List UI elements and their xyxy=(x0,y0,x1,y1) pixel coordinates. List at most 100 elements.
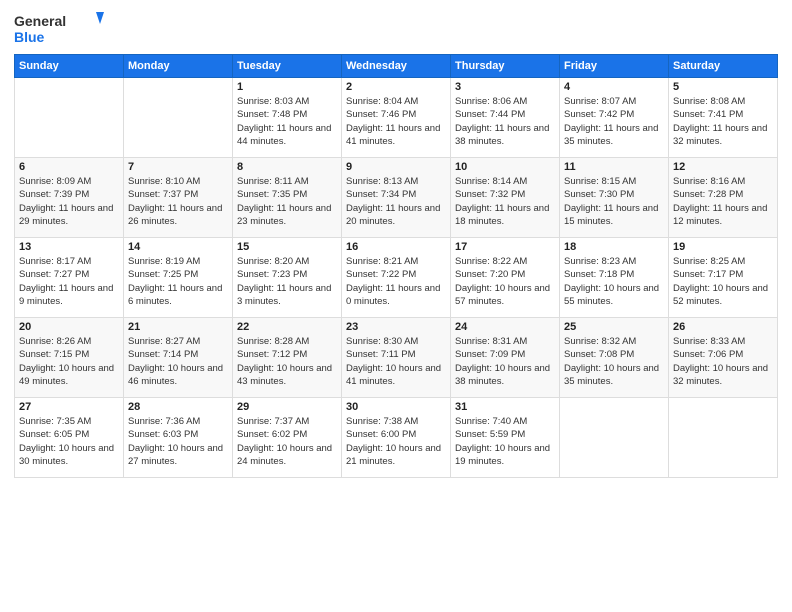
day-cell: 15 Sunrise: 8:20 AM Sunset: 7:23 PM Dayli… xyxy=(233,238,342,318)
day-info: Sunrise: 8:22 AM Sunset: 7:20 PM Dayligh… xyxy=(455,255,555,308)
day-number: 26 xyxy=(673,321,773,333)
day-cell: 26 Sunrise: 8:33 AM Sunset: 7:06 PM Dayli… xyxy=(669,318,778,398)
day-cell: 28 Sunrise: 7:36 AM Sunset: 6:03 PM Dayli… xyxy=(124,398,233,478)
day-cell: 16 Sunrise: 8:21 AM Sunset: 7:22 PM Dayli… xyxy=(342,238,451,318)
day-number: 10 xyxy=(455,161,555,173)
day-number: 16 xyxy=(346,241,446,253)
day-cell: 24 Sunrise: 8:31 AM Sunset: 7:09 PM Dayli… xyxy=(451,318,560,398)
day-info: Sunrise: 8:08 AM Sunset: 7:41 PM Dayligh… xyxy=(673,95,773,148)
day-number: 12 xyxy=(673,161,773,173)
day-cell: 19Sunrise: 8:25 AM Sunset: 7:17 PM Dayli… xyxy=(669,238,778,318)
day-number: 27 xyxy=(19,401,119,413)
day-number: 23 xyxy=(346,321,446,333)
day-cell: 3 Sunrise: 8:06 AM Sunset: 7:44 PM Daylig… xyxy=(451,78,560,158)
day-cell: 2Sunrise: 8:04 AM Sunset: 7:46 PM Daylig… xyxy=(342,78,451,158)
day-info: Sunrise: 8:17 AM Sunset: 7:27 PM Dayligh… xyxy=(19,255,119,308)
day-info: Sunrise: 8:33 AM Sunset: 7:06 PM Dayligh… xyxy=(673,335,773,388)
week-row-5: 27 Sunrise: 7:35 AM Sunset: 6:05 PM Dayli… xyxy=(15,398,778,478)
weekday-header-saturday: Saturday xyxy=(669,55,778,78)
day-number: 3 xyxy=(455,81,555,93)
day-info: Sunrise: 8:16 AM Sunset: 7:28 PM Dayligh… xyxy=(673,175,773,228)
day-number: 9 xyxy=(346,161,446,173)
day-cell: 31 Sunrise: 7:40 AM Sunset: 5:59 PM Dayli… xyxy=(451,398,560,478)
logo: General Blue xyxy=(14,10,104,48)
day-number: 19 xyxy=(673,241,773,253)
day-info: Sunrise: 8:21 AM Sunset: 7:22 PM Dayligh… xyxy=(346,255,446,308)
day-number: 25 xyxy=(564,321,664,333)
day-cell: 9Sunrise: 8:13 AM Sunset: 7:34 PM Daylig… xyxy=(342,158,451,238)
day-number: 6 xyxy=(19,161,119,173)
day-cell: 20 Sunrise: 8:26 AM Sunset: 7:15 PM Dayli… xyxy=(15,318,124,398)
day-info: Sunrise: 8:11 AM Sunset: 7:35 PM Dayligh… xyxy=(237,175,337,228)
day-info: Sunrise: 8:06 AM Sunset: 7:44 PM Dayligh… xyxy=(455,95,555,148)
day-cell: 21Sunrise: 8:27 AM Sunset: 7:14 PM Dayli… xyxy=(124,318,233,398)
page: General Blue SundayMondayTuesdayWednesda… xyxy=(0,0,792,612)
weekday-header-friday: Friday xyxy=(560,55,669,78)
week-row-2: 6 Sunrise: 8:09 AM Sunset: 7:39 PM Daylig… xyxy=(15,158,778,238)
day-number: 14 xyxy=(128,241,228,253)
day-number: 13 xyxy=(19,241,119,253)
day-cell: 23 Sunrise: 8:30 AM Sunset: 7:11 PM Dayli… xyxy=(342,318,451,398)
week-row-3: 13 Sunrise: 8:17 AM Sunset: 7:27 PM Dayli… xyxy=(15,238,778,318)
day-info: Sunrise: 8:28 AM Sunset: 7:12 PM Dayligh… xyxy=(237,335,337,388)
calendar: SundayMondayTuesdayWednesdayThursdayFrid… xyxy=(14,54,778,478)
day-number: 30 xyxy=(346,401,446,413)
day-info: Sunrise: 8:15 AM Sunset: 7:30 PM Dayligh… xyxy=(564,175,664,228)
day-number: 28 xyxy=(128,401,228,413)
day-cell xyxy=(124,78,233,158)
weekday-header-tuesday: Tuesday xyxy=(233,55,342,78)
day-info: Sunrise: 8:04 AM Sunset: 7:46 PM Dayligh… xyxy=(346,95,446,148)
day-number: 11 xyxy=(564,161,664,173)
day-info: Sunrise: 7:35 AM Sunset: 6:05 PM Dayligh… xyxy=(19,415,119,468)
week-row-4: 20 Sunrise: 8:26 AM Sunset: 7:15 PM Dayli… xyxy=(15,318,778,398)
day-info: Sunrise: 8:14 AM Sunset: 7:32 PM Dayligh… xyxy=(455,175,555,228)
day-cell: 7Sunrise: 8:10 AM Sunset: 7:37 PM Daylig… xyxy=(124,158,233,238)
day-cell: 11 Sunrise: 8:15 AM Sunset: 7:30 PM Dayli… xyxy=(560,158,669,238)
day-info: Sunrise: 7:36 AM Sunset: 6:03 PM Dayligh… xyxy=(128,415,228,468)
day-cell: 8 Sunrise: 8:11 AM Sunset: 7:35 PM Daylig… xyxy=(233,158,342,238)
day-number: 8 xyxy=(237,161,337,173)
weekday-header-monday: Monday xyxy=(124,55,233,78)
day-cell: 4 Sunrise: 8:07 AM Sunset: 7:42 PM Daylig… xyxy=(560,78,669,158)
day-number: 1 xyxy=(237,81,337,93)
day-cell: 18 Sunrise: 8:23 AM Sunset: 7:18 PM Dayli… xyxy=(560,238,669,318)
day-cell: 25Sunrise: 8:32 AM Sunset: 7:08 PM Dayli… xyxy=(560,318,669,398)
day-number: 5 xyxy=(673,81,773,93)
day-cell: 27 Sunrise: 7:35 AM Sunset: 6:05 PM Dayli… xyxy=(15,398,124,478)
day-cell: 30Sunrise: 7:38 AM Sunset: 6:00 PM Dayli… xyxy=(342,398,451,478)
day-cell xyxy=(669,398,778,478)
day-number: 24 xyxy=(455,321,555,333)
day-cell: 22 Sunrise: 8:28 AM Sunset: 7:12 PM Dayli… xyxy=(233,318,342,398)
day-info: Sunrise: 7:40 AM Sunset: 5:59 PM Dayligh… xyxy=(455,415,555,468)
day-number: 20 xyxy=(19,321,119,333)
day-info: Sunrise: 8:09 AM Sunset: 7:39 PM Dayligh… xyxy=(19,175,119,228)
day-number: 4 xyxy=(564,81,664,93)
day-cell: 12 Sunrise: 8:16 AM Sunset: 7:28 PM Dayli… xyxy=(669,158,778,238)
logo-svg: General Blue xyxy=(14,10,104,48)
day-info: Sunrise: 8:20 AM Sunset: 7:23 PM Dayligh… xyxy=(237,255,337,308)
day-cell: 6 Sunrise: 8:09 AM Sunset: 7:39 PM Daylig… xyxy=(15,158,124,238)
weekday-header-wednesday: Wednesday xyxy=(342,55,451,78)
day-cell xyxy=(560,398,669,478)
day-info: Sunrise: 7:37 AM Sunset: 6:02 PM Dayligh… xyxy=(237,415,337,468)
day-number: 22 xyxy=(237,321,337,333)
svg-text:General: General xyxy=(14,13,66,29)
day-info: Sunrise: 8:30 AM Sunset: 7:11 PM Dayligh… xyxy=(346,335,446,388)
day-cell: 5 Sunrise: 8:08 AM Sunset: 7:41 PM Daylig… xyxy=(669,78,778,158)
day-info: Sunrise: 8:07 AM Sunset: 7:42 PM Dayligh… xyxy=(564,95,664,148)
day-info: Sunrise: 8:23 AM Sunset: 7:18 PM Dayligh… xyxy=(564,255,664,308)
weekday-header-row: SundayMondayTuesdayWednesdayThursdayFrid… xyxy=(15,55,778,78)
weekday-header-thursday: Thursday xyxy=(451,55,560,78)
day-cell: 17 Sunrise: 8:22 AM Sunset: 7:20 PM Dayli… xyxy=(451,238,560,318)
day-number: 15 xyxy=(237,241,337,253)
day-number: 18 xyxy=(564,241,664,253)
day-cell xyxy=(15,78,124,158)
day-cell: 14 Sunrise: 8:19 AM Sunset: 7:25 PM Dayli… xyxy=(124,238,233,318)
day-info: Sunrise: 8:19 AM Sunset: 7:25 PM Dayligh… xyxy=(128,255,228,308)
day-number: 31 xyxy=(455,401,555,413)
day-info: Sunrise: 8:31 AM Sunset: 7:09 PM Dayligh… xyxy=(455,335,555,388)
day-number: 17 xyxy=(455,241,555,253)
day-number: 29 xyxy=(237,401,337,413)
weekday-header-sunday: Sunday xyxy=(15,55,124,78)
day-info: Sunrise: 8:26 AM Sunset: 7:15 PM Dayligh… xyxy=(19,335,119,388)
